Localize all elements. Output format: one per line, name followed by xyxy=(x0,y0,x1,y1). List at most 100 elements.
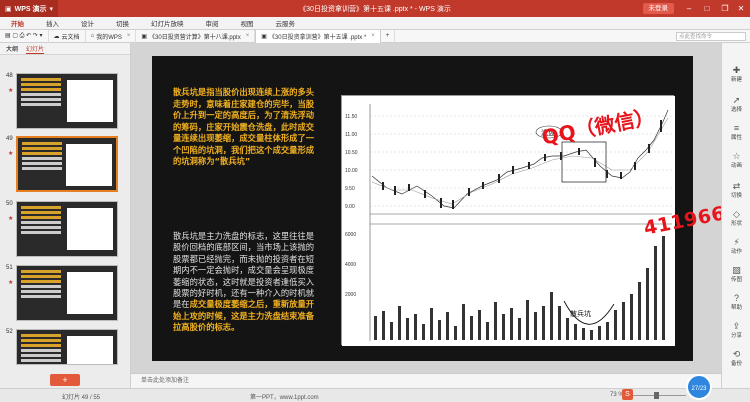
svg-text:9.50: 9.50 xyxy=(345,186,355,192)
thumbnail-image xyxy=(16,136,118,192)
close-tab-icon[interactable]: × xyxy=(127,33,131,39)
tab-my-wps[interactable]: ⌂ 我的WPS × xyxy=(86,29,137,43)
properties-button[interactable]: ≡ 属性 xyxy=(722,123,750,141)
slide-number: 52 xyxy=(6,329,13,335)
menu-transition[interactable]: 切换 xyxy=(105,18,140,28)
slide-thumbnail[interactable]: 50 ★ xyxy=(0,201,122,257)
paragraph-highlight: 成交量极度萎缩之后，重新放量开始上攻的时候，这是主力洗盘结束准备拉高股价的标志。 xyxy=(173,299,315,333)
svg-text:9.00: 9.00 xyxy=(345,204,355,210)
transition-icon: ⇄ xyxy=(732,181,741,191)
action-button[interactable]: ⚡ 动作 xyxy=(722,237,750,255)
menu-home[interactable]: 开始 xyxy=(0,18,35,28)
slide-number: 48 xyxy=(6,73,13,79)
menu-view[interactable]: 视图 xyxy=(230,18,265,28)
upload-image-button[interactable]: ▧ 传图 xyxy=(722,265,750,283)
tab-label: 《30日投资营计算》第十八课.pptx xyxy=(149,34,241,41)
menu-review[interactable]: 审阅 xyxy=(195,18,230,28)
menu-design[interactable]: 设计 xyxy=(70,18,105,28)
slide-canvas: 散兵坑是指当股价出现连续上涨的多头走势时，意味着庄家建仓的完毕，当股价上升到一定… xyxy=(131,43,750,373)
backup-icon: ⟲ xyxy=(732,349,741,359)
document-tabs: ▤ ▢ ⎙ ↶ ↷ ▾ ☁ 云文档 ⌂ 我的WPS × ▣ 《30日投资营计算》第十八课… xyxy=(0,29,750,43)
restore-icon[interactable]: ❐ xyxy=(718,2,732,15)
tab-outline[interactable]: 大纲 xyxy=(6,44,18,53)
tab-document-18[interactable]: ▣ 《30日投资营计算》第十八课.pptx × xyxy=(136,29,256,43)
image-icon: ▧ xyxy=(732,265,741,275)
new-icon: ✚ xyxy=(732,65,741,75)
share-button[interactable]: ⇪ 分享 xyxy=(722,321,750,339)
cursor-icon: ➚ xyxy=(732,95,741,105)
command-search-input[interactable]: 点此查找命令 xyxy=(676,32,746,41)
slide-position: 幻灯片 49 / 55 xyxy=(62,395,101,401)
zoom-slider-handle[interactable] xyxy=(654,392,659,399)
close-tab-icon[interactable]: × xyxy=(371,33,375,39)
slide[interactable]: 散兵坑是指当股价出现连续上涨的多头走势时，意味着庄家建仓的完毕，当股价上升到一定… xyxy=(152,56,750,361)
progress-badge[interactable]: 27/23 xyxy=(686,374,712,400)
svg-text:10.50: 10.50 xyxy=(345,150,358,156)
backup-button[interactable]: ⟲ 备份 xyxy=(722,349,750,367)
svg-text:10.00: 10.00 xyxy=(345,168,358,174)
toolbar-icon: ▤ ▢ ⎙ ↶ ↷ ▾ xyxy=(5,33,43,39)
maximize-icon[interactable]: □ xyxy=(700,2,714,15)
help-icon: ? xyxy=(733,293,739,303)
slide-thumbnail-panel: 大纲 幻灯片 48 ★ 49 ★ 50 ★ 51 ★ 52 + xyxy=(0,43,131,388)
cloud-icon: ☁ xyxy=(53,33,60,40)
properties-icon: ≡ xyxy=(733,123,740,133)
tab-cloud-docs[interactable]: ☁ 云文档 xyxy=(49,29,86,43)
tab-slides[interactable]: 幻灯片 xyxy=(26,44,45,54)
svg-text:4000: 4000 xyxy=(345,262,356,268)
chart-label-pit: 散兵坑 xyxy=(570,309,591,318)
ppt-file-icon: ▣ xyxy=(261,33,267,40)
animation-star-icon: ★ xyxy=(8,151,14,157)
input-method-icon[interactable]: S xyxy=(622,389,633,400)
menu-cloud[interactable]: 云服务 xyxy=(265,18,307,28)
slide-number: 49 xyxy=(6,136,13,142)
action-icon: ⚡ xyxy=(733,237,740,247)
slide-paragraph-definition[interactable]: 散兵坑是指当股价出现连续上涨的多头走势时，意味着庄家建仓的完毕，当股价上升到一定… xyxy=(173,87,321,168)
menu-slideshow[interactable]: 幻灯片放映 xyxy=(140,18,195,28)
notes-input[interactable]: 单击此处添加备注 xyxy=(131,373,721,388)
menu-insert[interactable]: 插入 xyxy=(35,18,70,28)
slide-thumbnail[interactable]: 51 ★ xyxy=(0,265,122,321)
svg-text:11.00: 11.00 xyxy=(345,132,357,138)
new-tab-button[interactable]: + xyxy=(381,29,396,43)
paragraph-text: 散兵坑是主力洗盘的标志，这里往往是股价回档的底部区间，当市场上该抛的股票都已经抛… xyxy=(173,231,315,310)
thumbnail-image xyxy=(16,329,118,365)
slide-thumbnail[interactable]: 52 xyxy=(0,329,122,365)
tab-document-15[interactable]: ▣ 《30日投资拿训营》第十五课 .pptx * × xyxy=(255,29,381,43)
add-slide-button[interactable]: + xyxy=(50,374,80,386)
shape-icon: ◇ xyxy=(733,209,740,219)
slide-thumbnail[interactable]: 48 ★ xyxy=(0,73,122,129)
slide-paragraph-explanation[interactable]: 散兵坑是主力洗盘的标志，这里往往是股价回档的底部区间，当市场上该抛的股票都已经抛… xyxy=(173,231,322,334)
help-button[interactable]: ? 帮助 xyxy=(722,293,750,311)
title-bar: ▣ WPS 演示 ▾ 《30日投资拿训营》第十五课 .pptx * - WPS … xyxy=(0,0,750,17)
transition-button[interactable]: ⇄ 切换 xyxy=(722,181,750,199)
animation-star-icon: ★ xyxy=(8,216,14,222)
animation-star-icon: ★ xyxy=(8,280,14,286)
panel-tabs: 大纲 幻灯片 xyxy=(0,43,130,55)
quick-access-icons[interactable]: ▤ ▢ ⎙ ↶ ↷ ▾ xyxy=(0,29,49,43)
tab-label: 我的WPS xyxy=(96,34,122,41)
slide-number: 50 xyxy=(6,201,13,207)
template-credit: 第一PPT，www.1ppt.com xyxy=(250,395,319,401)
slide-thumbnail-selected[interactable]: 49 ★ xyxy=(0,136,122,192)
svg-text:11.50: 11.50 xyxy=(345,114,357,120)
animation-button[interactable]: ☆ 动画 xyxy=(722,151,750,169)
animation-star-icon: ★ xyxy=(8,88,14,94)
tab-label: 《30日投资拿训营》第十五课 .pptx * xyxy=(268,34,367,41)
minimize-icon[interactable]: – xyxy=(682,2,696,15)
close-icon[interactable]: ✕ xyxy=(734,2,748,15)
thumbnail-image xyxy=(16,73,118,129)
ribbon-menu: 开始 插入 设计 切换 幻灯片放映 审阅 视图 云服务 xyxy=(0,17,750,30)
new-button[interactable]: ✚ 新建 xyxy=(722,65,750,83)
close-tab-icon[interactable]: × xyxy=(246,33,250,39)
select-button[interactable]: ➚ 选择 xyxy=(722,95,750,113)
star-icon: ☆ xyxy=(732,151,741,161)
login-button[interactable]: 未登录 xyxy=(642,3,674,14)
thumbnail-image xyxy=(16,201,118,257)
shape-button[interactable]: ◇ 形状 xyxy=(722,209,750,227)
thumbnail-image xyxy=(16,265,118,321)
task-pane: ✚ 新建 ➚ 选择 ≡ 属性 ☆ 动画 ⇄ 切换 ◇ 形状 ⚡ 动作 ▧ 传图 ? 帮助 ⇪ 分享 … xyxy=(721,43,750,388)
svg-text:6000: 6000 xyxy=(345,232,356,238)
status-bar: 幻灯片 49 / 55 第一PPT，www.1ppt.com 73 % xyxy=(0,388,750,401)
document-title: 《30日投资拿训营》第十五课 .pptx * - WPS 演示 xyxy=(299,5,451,13)
